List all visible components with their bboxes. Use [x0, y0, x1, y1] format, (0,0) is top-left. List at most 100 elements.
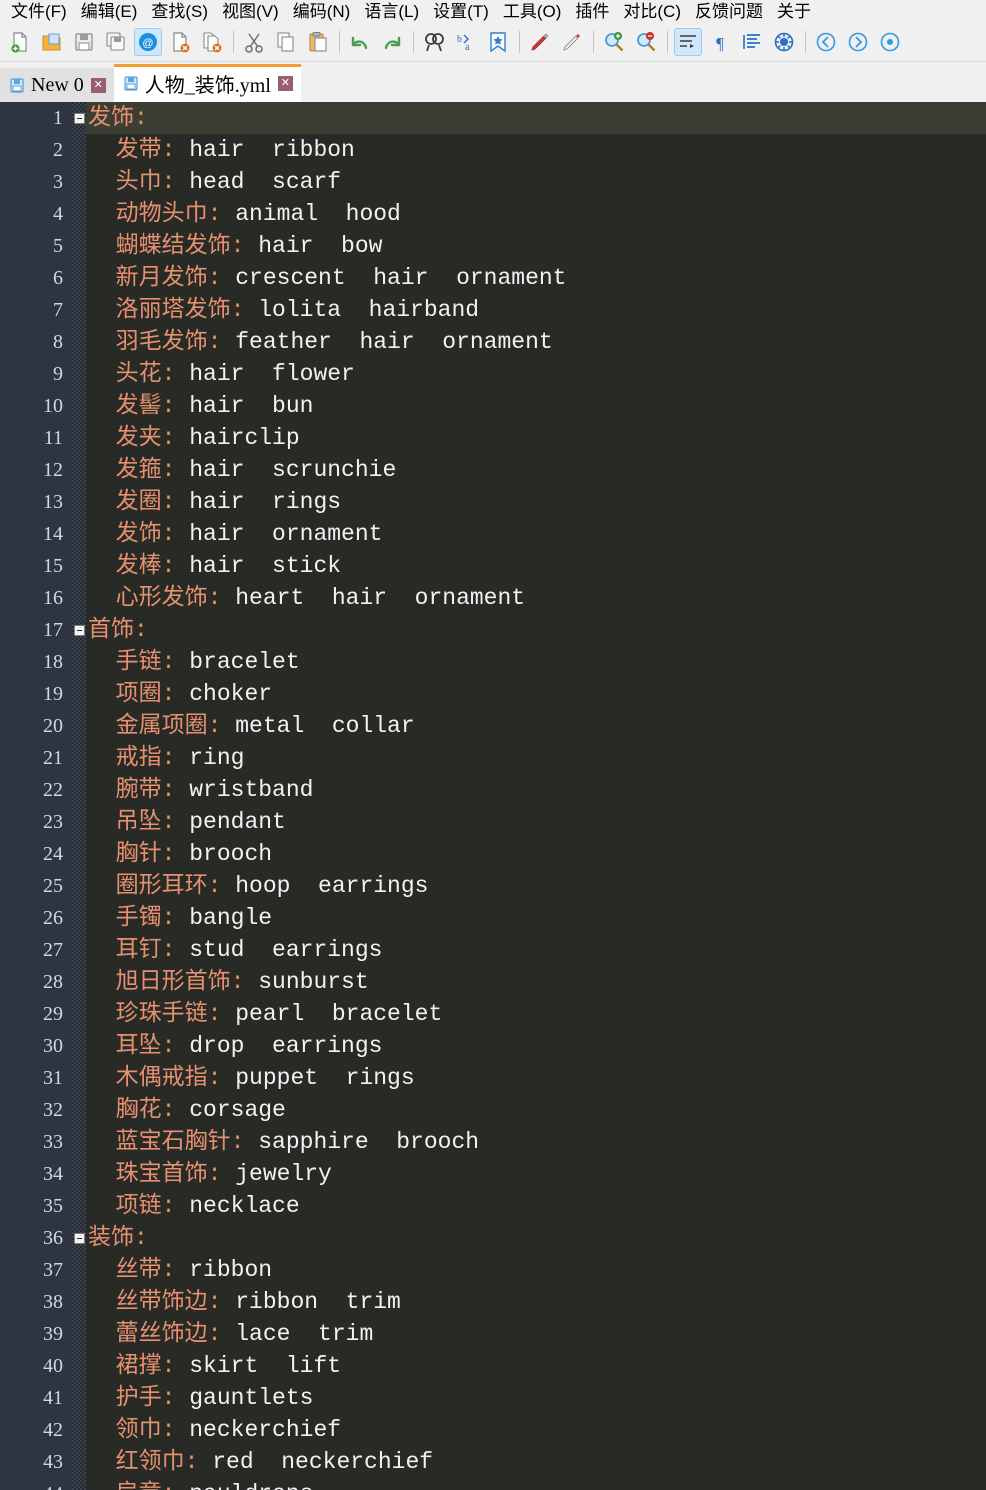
toolbar-button-paste[interactable] [304, 28, 332, 56]
menu-item-2[interactable]: 查找(S) [144, 3, 215, 22]
code-line[interactable]: 丝带: ribbon [86, 1254, 986, 1286]
code-line[interactable]: 肩章: pauldrons [86, 1478, 986, 1490]
code-line[interactable]: 头巾: head scarf [86, 166, 986, 198]
menu-item-8[interactable]: 插件 [568, 3, 616, 22]
code-line[interactable]: 手链: bracelet [86, 646, 986, 678]
code-line[interactable]: 吊坠: pendant [86, 806, 986, 838]
tab-inactive[interactable]: New 0 ✕ [0, 68, 114, 102]
code-line[interactable]: 圈形耳环: hoop earrings [86, 870, 986, 902]
menu-item-11[interactable]: 关于 [770, 3, 818, 22]
code-line[interactable]: 胸花: corsage [86, 1094, 986, 1126]
toolbar-button-previous[interactable] [812, 28, 840, 56]
toolbar-button-close-all-documents[interactable] [198, 28, 226, 56]
toolbar-button-ui-settings[interactable] [770, 28, 798, 56]
code-line[interactable]: 发夹: hairclip [86, 422, 986, 454]
tab-close-button[interactable]: ✕ [277, 75, 293, 91]
code-line[interactable]: 首饰: [86, 614, 986, 646]
toolbar-button-save[interactable] [70, 28, 98, 56]
code-line[interactable]: 丝带饰边: ribbon trim [86, 1286, 986, 1318]
code-line[interactable]: 洛丽塔发饰: lolita hairband [86, 294, 986, 326]
menu-item-10[interactable]: 反馈问题 [688, 3, 770, 22]
code-line[interactable]: 项圈: choker [86, 678, 986, 710]
toolbar-button-close-file[interactable]: @ [134, 27, 162, 56]
code-line[interactable]: 发棒: hair stick [86, 550, 986, 582]
code-line[interactable]: 发饰: [86, 102, 986, 134]
code-line[interactable]: 蝴蝶结发饰: hair bow [86, 230, 986, 262]
toolbar-button-mark-all[interactable] [526, 28, 554, 56]
toolbar-button-find[interactable] [420, 28, 448, 56]
code-line[interactable]: 发箍: hair scrunchie [86, 454, 986, 486]
code-line[interactable]: 蕾丝饰边: lace trim [86, 1318, 986, 1350]
toolbar-button-undo[interactable] [346, 28, 374, 56]
toolbar-button-cut[interactable] [240, 28, 268, 56]
fold-minus-icon[interactable] [73, 624, 85, 636]
code-line[interactable]: 耳钉: stud earrings [86, 934, 986, 966]
toolbar-button-save-all[interactable] [102, 28, 130, 56]
fold-toggle[interactable] [72, 614, 86, 646]
code-line[interactable]: 发圈: hair rings [86, 486, 986, 518]
code-line[interactable]: 装饰: [86, 1222, 986, 1254]
menu-item-1[interactable]: 编辑(E) [74, 3, 145, 22]
menu-item-4[interactable]: 编码(N) [286, 3, 358, 22]
menu-item-7[interactable]: 工具(O) [496, 3, 569, 22]
toolbar-button-macro-record[interactable] [876, 28, 904, 56]
yaml-space [175, 137, 189, 163]
code-line[interactable]: 新月发饰: crescent hair ornament [86, 262, 986, 294]
fold-minus-icon[interactable] [73, 1232, 85, 1244]
toolbar-button-clear-marks[interactable] [558, 28, 586, 56]
code-line[interactable]: 动物头巾: animal hood [86, 198, 986, 230]
code-line[interactable]: 头花: hair flower [86, 358, 986, 390]
code-line[interactable]: 裙撑: skirt lift [86, 1350, 986, 1382]
toolbar-button-replace[interactable]: ba [452, 28, 480, 56]
fold-toggle[interactable] [72, 1222, 86, 1254]
toolbar-button-new-file[interactable] [6, 28, 34, 56]
toolbar-button-next[interactable] [844, 28, 872, 56]
yaml-key: 项链 [115, 1193, 162, 1219]
menu-item-5[interactable]: 语言(L) [357, 3, 426, 22]
code-line[interactable]: 耳坠: drop earrings [86, 1030, 986, 1062]
code-line[interactable]: 戒指: ring [86, 742, 986, 774]
code-line[interactable]: 旭日形首饰: sunburst [86, 966, 986, 998]
code-line[interactable]: 领巾: neckerchief [86, 1414, 986, 1446]
toolbar-button-zoom-in[interactable] [600, 28, 628, 56]
toolbar-button-close-document[interactable] [166, 28, 194, 56]
code-line[interactable]: 发饰: hair ornament [86, 518, 986, 550]
tab-bar: New 0 ✕ 人物_装饰.yml ✕ [0, 62, 986, 102]
code-line[interactable]: 护手: gauntlets [86, 1382, 986, 1414]
toolbar-button-zoom-out[interactable] [632, 28, 660, 56]
fold-toggle[interactable] [72, 102, 86, 134]
code-line[interactable]: 红领巾: red neckerchief [86, 1446, 986, 1478]
fold-minus-icon[interactable] [73, 112, 85, 124]
code-line[interactable]: 心形发饰: heart hair ornament [86, 582, 986, 614]
menu-item-6[interactable]: 设置(T) [426, 3, 496, 22]
code-line[interactable]: 项链: necklace [86, 1190, 986, 1222]
tab-active[interactable]: 人物_装饰.yml ✕ [113, 64, 302, 102]
toolbar-button-copy[interactable] [272, 28, 300, 56]
fold-margin[interactable] [72, 102, 86, 1490]
menu-item-0[interactable]: 文件(F) [4, 3, 74, 22]
code-line[interactable]: 腕带: wristband [86, 774, 986, 806]
code-line[interactable]: 珠宝首饰: jewelry [86, 1158, 986, 1190]
code-line[interactable]: 手镯: bangle [86, 902, 986, 934]
code-line[interactable]: 胸针: brooch [86, 838, 986, 870]
code-area[interactable]: 发饰: 发带: hair ribbon 头巾: head scarf 动物头巾:… [86, 102, 986, 1490]
code-line[interactable]: 羽毛发饰: feather hair ornament [86, 326, 986, 358]
toolbar-button-redo[interactable] [378, 28, 406, 56]
yaml-colon: : [207, 1321, 222, 1347]
toolbar-button-show-all-characters[interactable]: ¶ [706, 28, 734, 56]
toolbar-button-word-wrap[interactable] [674, 27, 702, 56]
toolbar-button-bookmark[interactable] [484, 28, 512, 56]
toolbar-button-indent-guide[interactable] [738, 28, 766, 56]
code-line[interactable]: 蓝宝石胸针: sapphire brooch [86, 1126, 986, 1158]
code-line[interactable]: 木偶戒指: puppet rings [86, 1062, 986, 1094]
code-line[interactable]: 发髻: hair bun [86, 390, 986, 422]
code-line[interactable]: 金属项圈: metal collar [86, 710, 986, 742]
code-line[interactable]: 发带: hair ribbon [86, 134, 986, 166]
tab-close-button[interactable]: ✕ [90, 77, 106, 93]
menu-item-9[interactable]: 对比(C) [616, 3, 688, 22]
menu-item-3[interactable]: 视图(V) [215, 3, 286, 22]
code-editor[interactable]: 1 2 3 4 5 6 7 8 9 10 11 12 13 14 15 16 17 18 19 20 21 22 23 24 2… [0, 102, 986, 1490]
toolbar-button-open-file[interactable] [38, 28, 66, 56]
code-line[interactable]: 珍珠手链: pearl bracelet [86, 998, 986, 1030]
